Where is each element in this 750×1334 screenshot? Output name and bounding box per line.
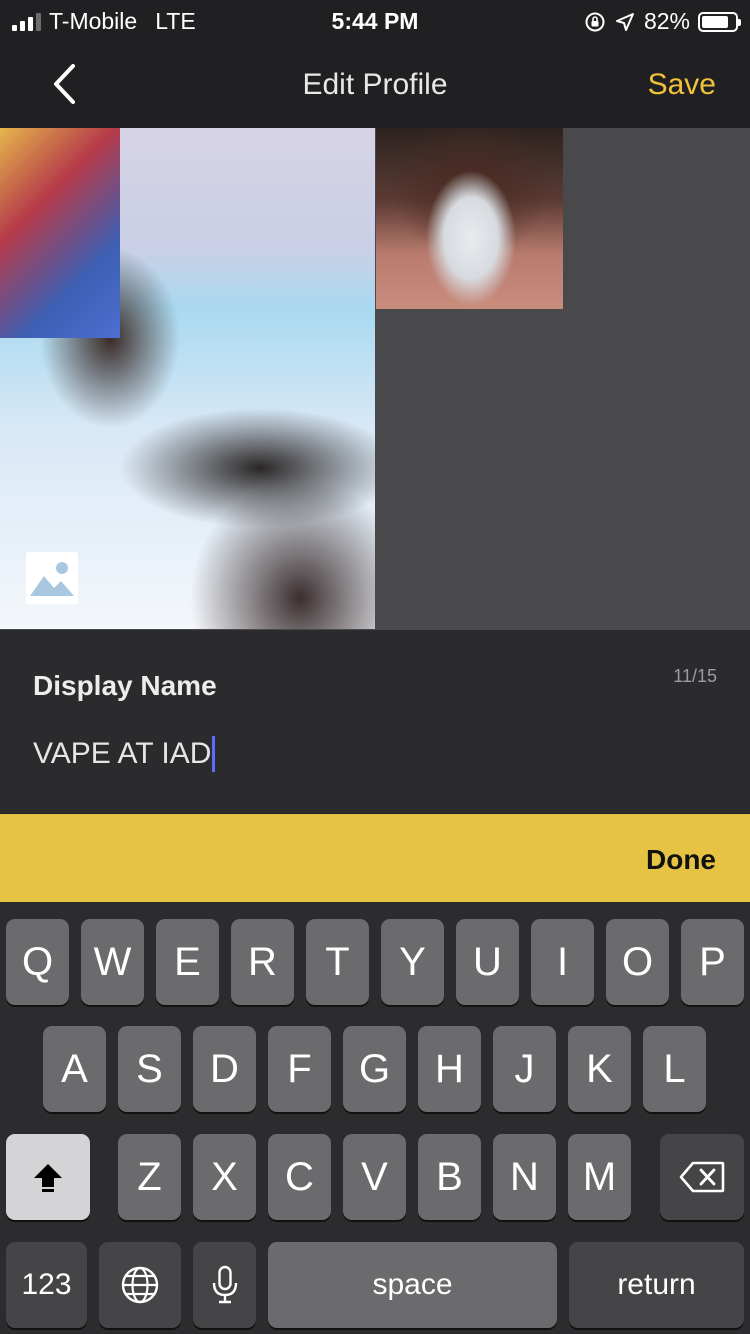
navigation-bar: Edit Profile Save bbox=[0, 44, 750, 128]
key-i[interactable]: I bbox=[531, 919, 594, 1005]
key-z[interactable]: Z bbox=[118, 1134, 181, 1220]
key-p[interactable]: P bbox=[681, 919, 744, 1005]
key-r[interactable]: R bbox=[231, 919, 294, 1005]
key-y[interactable]: Y bbox=[381, 919, 444, 1005]
shift-icon bbox=[34, 1164, 62, 1192]
key-m[interactable]: M bbox=[568, 1134, 631, 1220]
microphone-key[interactable] bbox=[193, 1242, 256, 1328]
shift-key[interactable] bbox=[6, 1134, 90, 1220]
display-name-label: Display Name bbox=[33, 670, 217, 701]
profile-photo-main[interactable] bbox=[0, 128, 375, 629]
key-c[interactable]: C bbox=[268, 1134, 331, 1220]
empty-photo-slot-5[interactable] bbox=[564, 310, 750, 629]
key-e[interactable]: E bbox=[156, 919, 219, 1005]
image-icon bbox=[26, 552, 78, 604]
key-h[interactable]: H bbox=[418, 1026, 481, 1112]
key-j[interactable]: J bbox=[493, 1026, 556, 1112]
delete-key[interactable] bbox=[660, 1134, 744, 1220]
space-key[interactable]: space bbox=[268, 1242, 557, 1328]
empty-photo-slot-4[interactable] bbox=[376, 310, 563, 629]
profile-photo-slot-2[interactable] bbox=[376, 128, 563, 309]
key-d[interactable]: D bbox=[193, 1026, 256, 1112]
key-x[interactable]: X bbox=[193, 1134, 256, 1220]
status-right: 82% bbox=[584, 8, 741, 35]
globe-key[interactable] bbox=[99, 1242, 181, 1328]
text-cursor bbox=[212, 736, 216, 772]
done-button[interactable]: Done bbox=[646, 844, 716, 876]
empty-photo-slot-3[interactable] bbox=[564, 128, 750, 309]
key-t[interactable]: T bbox=[306, 919, 369, 1005]
display-name-value[interactable]: VAPE AT IAD bbox=[33, 737, 211, 771]
key-n[interactable]: N bbox=[493, 1134, 556, 1220]
key-b[interactable]: B bbox=[418, 1134, 481, 1220]
key-l[interactable]: L bbox=[643, 1026, 706, 1112]
key-u[interactable]: U bbox=[456, 919, 519, 1005]
battery-icon bbox=[698, 11, 741, 32]
display-name-field[interactable]: VAPE AT IAD bbox=[33, 734, 216, 774]
key-v[interactable]: V bbox=[343, 1134, 406, 1220]
change-photo-button[interactable] bbox=[26, 552, 78, 604]
battery-percent: 82% bbox=[643, 8, 690, 34]
key-g[interactable]: G bbox=[343, 1026, 406, 1112]
key-f[interactable]: F bbox=[268, 1026, 331, 1112]
location-icon bbox=[615, 12, 634, 31]
microphone-icon bbox=[212, 1265, 237, 1304]
display-name-section: Display Name 11/15 VAPE AT IAD bbox=[0, 630, 750, 814]
save-button[interactable]: Save bbox=[648, 68, 716, 102]
key-q[interactable]: Q bbox=[6, 919, 69, 1005]
battery-fill bbox=[702, 15, 729, 28]
keyboard-toolbar: Done bbox=[0, 814, 750, 902]
background-poster bbox=[0, 128, 120, 338]
numbers-key[interactable]: 123 bbox=[6, 1242, 87, 1328]
character-count: 11/15 bbox=[673, 666, 717, 686]
key-k[interactable]: K bbox=[568, 1026, 631, 1112]
key-a[interactable]: A bbox=[43, 1026, 106, 1112]
globe-icon bbox=[121, 1266, 159, 1304]
page-title: Edit Profile bbox=[302, 68, 448, 101]
return-key[interactable]: return bbox=[569, 1242, 744, 1328]
edit-profile-screen: T-Mobile LTE 5:44 PM 82% Edit Profile Sa… bbox=[0, 0, 750, 1334]
key-s[interactable]: S bbox=[118, 1026, 181, 1112]
key-o[interactable]: O bbox=[606, 919, 669, 1005]
orientation-lock-icon bbox=[585, 12, 605, 31]
keyboard: Q W E R T Y U I O P A S D F G H J K L Z … bbox=[0, 902, 750, 1334]
status-bar: T-Mobile LTE 5:44 PM 82% bbox=[0, 0, 750, 44]
backspace-icon bbox=[679, 1161, 725, 1193]
key-w[interactable]: W bbox=[81, 919, 144, 1005]
photo-grid bbox=[0, 128, 750, 630]
